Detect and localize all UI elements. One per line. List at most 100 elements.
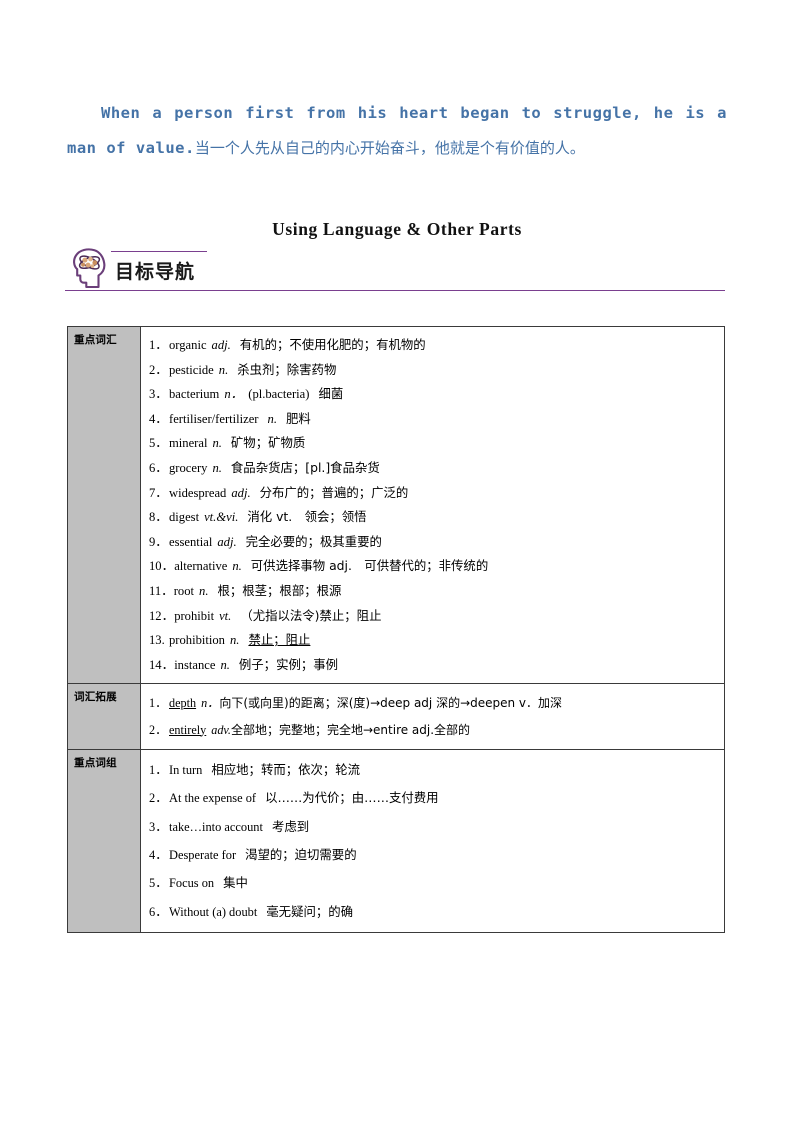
item-word: digest: [169, 510, 200, 525]
item-pos: n.: [229, 633, 240, 648]
item-number: 12．: [149, 608, 175, 623]
list-item: 8．digest vt.&vi. 消化 vt. 领会；领悟: [149, 505, 720, 530]
list-item: 14．instance n. 例子；实例；事例: [149, 653, 720, 678]
item-number: 13.: [149, 633, 165, 648]
table-row: 重点词组 1．In turn 相应地；转而；依次；轮流 2．At the expe…: [67, 748, 725, 934]
row-body-vocabulary-expansion: 1． depth n．向下(或向里)的距离；深(度)→deep adj 深的→dee…: [140, 683, 725, 750]
item-extra: (pl.bacteria): [248, 387, 310, 402]
item-number: 2．: [149, 362, 168, 377]
item-word: widespread: [169, 485, 227, 500]
item-meaning: 细菌: [318, 386, 344, 402]
item-pos: n.: [232, 559, 242, 574]
item-number: 9．: [149, 534, 168, 549]
list-item: 2．At the expense of 以……为代价；由……支付费用: [149, 784, 720, 812]
banner-label: 目标导航: [115, 261, 196, 283]
item-pos: n．: [224, 387, 244, 402]
key-vocabulary-list: 1．organic adj. 有机的；不使用化肥的；有机物的 2．pesticide…: [149, 333, 720, 677]
item-pos: adj.: [211, 338, 231, 352]
item-word: depth: [169, 696, 197, 711]
item-meaning: 矿物；矿物质: [230, 435, 306, 451]
item-meaning: 渴望的；迫切需要的: [245, 846, 357, 862]
item-number: 4．: [149, 847, 168, 862]
item-number: 3．: [149, 387, 168, 402]
row-category-vocabulary-expansion: 词汇拓展: [67, 683, 141, 750]
item-meaning: 集中: [223, 875, 248, 891]
item-word: take…into account: [169, 819, 263, 834]
item-meaning: 向下(或向里)的距离；深(度)→deep adj 深的→deepen v．加深: [219, 696, 563, 711]
item-pos: n.: [212, 460, 222, 475]
document-page: When a person first from his heart began…: [0, 0, 794, 1123]
banner-rule-long: [65, 290, 725, 291]
item-word: alternative: [174, 559, 228, 574]
item-number: 1．: [149, 696, 168, 711]
list-item: 9．essential adj. 完全必要的；极其重要的: [149, 530, 720, 555]
list-item: 6．Without (a) doubt 毫无疑问；的确: [149, 898, 720, 926]
item-word: Focus on: [169, 876, 215, 891]
item-number: 1．: [149, 762, 168, 777]
item-word: prohibition: [169, 633, 225, 648]
item-number: 6．: [149, 904, 168, 919]
item-meaning: 禁止；阻止: [248, 632, 311, 648]
item-meaning: 消化 vt. 领会；领悟: [247, 509, 367, 525]
banner-rule-short: [111, 251, 207, 252]
item-number: 10．: [149, 559, 175, 574]
item-meaning: 全部地；完整地；完全地→entire adj.全部的: [230, 722, 471, 737]
item-meaning: 例子；实例；事例: [238, 656, 339, 672]
item-pos: vt.&vi.: [204, 510, 239, 525]
opening-quote: When a person first from his heart began…: [67, 96, 727, 167]
item-word: entirely: [169, 722, 207, 737]
item-meaning: 杀虫剂；除害药物: [237, 361, 337, 377]
quote-chinese: 当一个人先从自己的内心开始奋斗，他就是个有价值的人。: [194, 139, 585, 158]
list-item: 3．take…into account 考虑到: [149, 813, 720, 841]
item-number: 1．: [149, 338, 168, 352]
item-pos: n.: [267, 411, 277, 426]
item-meaning: 可供选择事物 adj. 可供替代的；非传统的: [250, 558, 489, 574]
list-item: 1．In turn 相应地；转而；依次；轮流: [149, 756, 720, 784]
head-brain-icon: [67, 246, 109, 290]
item-number: 7．: [149, 485, 168, 500]
item-meaning: 食品杂货店；[pl.]食品杂货: [230, 459, 380, 475]
item-word: At the expense of: [169, 791, 257, 806]
item-word: pesticide: [169, 362, 214, 377]
list-item: 2．pesticide n. 杀虫剂；除害药物: [149, 358, 720, 383]
list-item: 1． depth n．向下(或向里)的距离；深(度)→deep adj 深的→dee…: [149, 690, 720, 716]
list-item: 10．alternative n. 可供选择事物 adj. 可供替代的；非传统的: [149, 554, 720, 579]
item-number: 2．: [149, 722, 168, 737]
item-meaning: 肥料: [285, 410, 311, 426]
item-word: fertiliser/fertilizer: [169, 411, 259, 426]
row-category-key-phrases: 重点词组: [67, 748, 141, 934]
item-meaning: 毫无疑问；的确: [266, 903, 354, 919]
vocabulary-expansion-list: 1． depth n．向下(或向里)的距离；深(度)→deep adj 深的→dee…: [149, 690, 720, 742]
list-item: 7．widespread adj. 分布广的；普遍的；广泛的: [149, 481, 720, 506]
page-title: Using Language & Other Parts: [272, 219, 522, 239]
row-body-key-phrases: 1．In turn 相应地；转而；依次；轮流 2．At the expense o…: [140, 748, 725, 934]
item-meaning: 有机的；不使用化肥的；有机物的: [239, 337, 426, 352]
item-pos: vt.: [219, 608, 232, 623]
item-number: 3．: [149, 819, 168, 834]
banner: 目标导航: [65, 246, 725, 294]
list-item: 12．prohibit vt. （尤指以法令)禁止；阻止: [149, 604, 720, 629]
row-category-key-vocabulary: 重点词汇: [67, 325, 141, 685]
list-item: 11．root n. 根；根茎；根部；根源: [149, 579, 720, 604]
item-word: bacterium: [169, 387, 220, 402]
item-pos: adj.: [231, 485, 251, 500]
item-pos: n.: [199, 583, 209, 598]
item-pos: n．: [201, 696, 220, 711]
item-word: mineral: [169, 436, 208, 451]
list-item: 3．bacterium n． (pl.bacteria) 细菌: [149, 382, 720, 407]
table-row: 词汇拓展 1． depth n．向下(或向里)的距离；深(度)→deep adj 深…: [67, 683, 725, 750]
table-row: 重点词汇 1．organic adj. 有机的；不使用化肥的；有机物的 2．pest…: [67, 325, 725, 685]
item-word: essential: [169, 534, 213, 549]
item-number: 11．: [149, 583, 174, 598]
item-word: instance: [174, 657, 216, 672]
item-word: Without (a) doubt: [169, 904, 258, 919]
item-number: 14．: [149, 657, 175, 672]
vocabulary-table: 重点词汇 1．organic adj. 有机的；不使用化肥的；有机物的 2．pest…: [67, 325, 725, 934]
item-meaning: 相应地；转而；依次；轮流: [211, 761, 361, 777]
item-pos: adj.: [217, 534, 237, 549]
item-word: prohibit: [174, 608, 215, 623]
item-meaning: 完全必要的；极其重要的: [245, 533, 382, 549]
row-body-key-vocabulary: 1．organic adj. 有机的；不使用化肥的；有机物的 2．pesticide…: [140, 325, 725, 685]
item-pos: n.: [218, 362, 229, 377]
item-number: 4．: [149, 411, 168, 426]
